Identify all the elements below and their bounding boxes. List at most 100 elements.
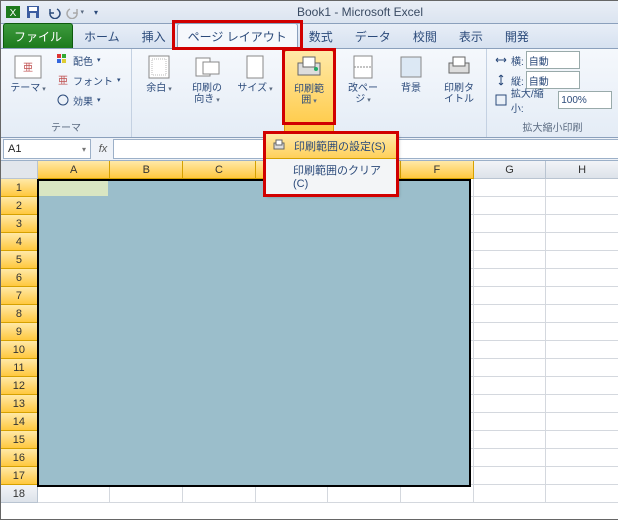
cell[interactable] bbox=[474, 485, 547, 503]
tab-home[interactable]: ホーム bbox=[73, 23, 131, 48]
tab-page-layout[interactable]: ページ レイアウト bbox=[177, 23, 298, 48]
cell[interactable] bbox=[474, 215, 547, 233]
row-header[interactable]: 8 bbox=[1, 305, 38, 323]
colors-button[interactable]: 配色▾ bbox=[55, 51, 121, 69]
name-box[interactable]: A1▾ bbox=[3, 139, 91, 159]
col-header[interactable]: G bbox=[474, 161, 547, 179]
tab-insert[interactable]: 挿入 bbox=[131, 23, 177, 48]
tab-data[interactable]: データ bbox=[344, 23, 402, 48]
undo-icon[interactable] bbox=[45, 3, 63, 21]
cell[interactable] bbox=[474, 305, 547, 323]
cell[interactable] bbox=[474, 251, 547, 269]
cell[interactable] bbox=[256, 485, 329, 503]
cell[interactable] bbox=[546, 341, 618, 359]
redo-icon[interactable] bbox=[66, 3, 84, 21]
worksheet-grid[interactable]: ABCDEFGH 123456789101112131415161718 bbox=[1, 161, 618, 520]
row-header[interactable]: 6 bbox=[1, 269, 38, 287]
breaks-button[interactable]: 改ページ bbox=[342, 51, 384, 108]
tab-review[interactable]: 校閲 bbox=[402, 23, 448, 48]
select-all-corner[interactable] bbox=[1, 161, 38, 179]
themes-button[interactable]: 亜 テーマ bbox=[7, 51, 49, 97]
col-header[interactable]: F bbox=[401, 161, 474, 179]
row-header[interactable]: 14 bbox=[1, 413, 38, 431]
row-header[interactable]: 9 bbox=[1, 323, 38, 341]
cell[interactable] bbox=[183, 485, 256, 503]
scale-width-input[interactable]: 自動 bbox=[526, 51, 580, 69]
size-icon bbox=[239, 53, 271, 81]
tab-file[interactable]: ファイル bbox=[3, 23, 73, 48]
cell[interactable] bbox=[474, 395, 547, 413]
fx-icon[interactable]: fx bbox=[93, 143, 113, 155]
cell[interactable] bbox=[474, 287, 547, 305]
cell[interactable] bbox=[546, 215, 618, 233]
col-header[interactable]: H bbox=[546, 161, 618, 179]
cell[interactable] bbox=[546, 269, 618, 287]
cell[interactable] bbox=[474, 179, 547, 197]
tab-view[interactable]: 表示 bbox=[448, 23, 494, 48]
row-header[interactable]: 7 bbox=[1, 287, 38, 305]
row-header[interactable]: 12 bbox=[1, 377, 38, 395]
cell[interactable] bbox=[474, 341, 547, 359]
cell[interactable] bbox=[546, 323, 618, 341]
cell[interactable] bbox=[546, 359, 618, 377]
cell[interactable] bbox=[474, 197, 547, 215]
cell[interactable] bbox=[546, 305, 618, 323]
group-page-setup-a: 余白 印刷の向き サイズ bbox=[132, 49, 282, 137]
print-area-button[interactable]: 印刷範囲 bbox=[284, 50, 334, 136]
cell[interactable] bbox=[546, 413, 618, 431]
cell[interactable] bbox=[546, 287, 618, 305]
col-header[interactable]: C bbox=[183, 161, 256, 179]
cell[interactable] bbox=[474, 359, 547, 377]
cell[interactable] bbox=[474, 233, 547, 251]
menu-set-print-area[interactable]: 印刷範囲の設定(S) bbox=[265, 133, 397, 159]
fonts-button[interactable]: 亜フォント▾ bbox=[55, 71, 121, 89]
col-header[interactable]: B bbox=[110, 161, 183, 179]
row-header[interactable]: 16 bbox=[1, 449, 38, 467]
orientation-button[interactable]: 印刷の向き bbox=[186, 51, 228, 108]
tab-developer[interactable]: 開発 bbox=[494, 23, 540, 48]
cell[interactable] bbox=[328, 485, 401, 503]
row-header[interactable]: 13 bbox=[1, 395, 38, 413]
cell[interactable] bbox=[546, 179, 618, 197]
row-header[interactable]: 4 bbox=[1, 233, 38, 251]
tab-formulas[interactable]: 数式 bbox=[298, 23, 344, 48]
row-header[interactable]: 5 bbox=[1, 251, 38, 269]
col-header[interactable]: A bbox=[38, 161, 111, 179]
cell[interactable] bbox=[474, 377, 547, 395]
cell[interactable] bbox=[546, 377, 618, 395]
cell[interactable] bbox=[474, 269, 547, 287]
qat-customize-icon[interactable]: ▾ bbox=[87, 3, 105, 21]
row-header[interactable]: 1 bbox=[1, 179, 38, 197]
row-header[interactable]: 18 bbox=[1, 485, 38, 503]
cell[interactable] bbox=[546, 449, 618, 467]
cell[interactable] bbox=[474, 449, 547, 467]
cell[interactable] bbox=[546, 197, 618, 215]
cell[interactable] bbox=[546, 467, 618, 485]
cell[interactable] bbox=[546, 395, 618, 413]
row-header[interactable]: 3 bbox=[1, 215, 38, 233]
save-icon[interactable] bbox=[24, 3, 42, 21]
effects-button[interactable]: 効果▾ bbox=[55, 91, 121, 109]
size-button[interactable]: サイズ bbox=[234, 51, 276, 97]
cell[interactable] bbox=[38, 485, 111, 503]
row-header[interactable]: 11 bbox=[1, 359, 38, 377]
row-header[interactable]: 17 bbox=[1, 467, 38, 485]
background-button[interactable]: 背景 bbox=[390, 51, 432, 96]
cell[interactable] bbox=[546, 485, 618, 503]
cell[interactable] bbox=[474, 431, 547, 449]
cell[interactable] bbox=[474, 413, 547, 431]
cell[interactable] bbox=[474, 323, 547, 341]
row-header[interactable]: 2 bbox=[1, 197, 38, 215]
cell[interactable] bbox=[546, 431, 618, 449]
scale-percent-input[interactable]: 100% bbox=[558, 91, 612, 109]
margins-button[interactable]: 余白 bbox=[138, 51, 180, 97]
row-header[interactable]: 10 bbox=[1, 341, 38, 359]
cell[interactable] bbox=[546, 251, 618, 269]
cell[interactable] bbox=[546, 233, 618, 251]
cell[interactable] bbox=[474, 467, 547, 485]
row-header[interactable]: 15 bbox=[1, 431, 38, 449]
cell[interactable] bbox=[401, 485, 474, 503]
cell[interactable] bbox=[110, 485, 183, 503]
print-titles-button[interactable]: 印刷タイトル bbox=[438, 51, 480, 107]
menu-clear-print-area[interactable]: 印刷範囲のクリア(C) bbox=[266, 158, 396, 194]
